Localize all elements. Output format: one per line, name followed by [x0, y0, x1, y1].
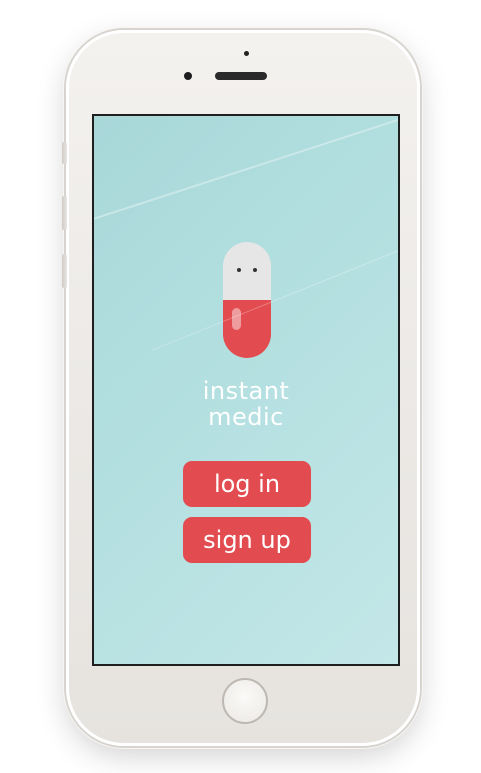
pill-bottom-half [223, 300, 271, 358]
app-title-line2: medic [208, 403, 284, 431]
pill-right-eye [253, 268, 257, 272]
pill-left-eye [237, 268, 241, 272]
pill-top-half [223, 242, 271, 300]
pill-highlight [232, 308, 241, 330]
home-button-icon[interactable] [222, 678, 268, 724]
app-screen: instant medic log in sign up [92, 114, 400, 666]
mute-switch [62, 142, 67, 164]
device-mockup: instant medic log in sign up [0, 0, 481, 773]
signup-button[interactable]: sign up [183, 517, 311, 563]
earpiece-speaker-icon [215, 72, 267, 80]
front-camera-icon [184, 72, 192, 80]
proximity-sensor-icon [244, 51, 249, 56]
volume-up-button [62, 196, 67, 230]
pill-mascot-icon [223, 242, 271, 358]
app-title-line1: instant [202, 377, 290, 405]
login-button[interactable]: log in [183, 461, 311, 507]
app-title: instant medic [94, 378, 398, 430]
volume-down-button [62, 254, 67, 288]
